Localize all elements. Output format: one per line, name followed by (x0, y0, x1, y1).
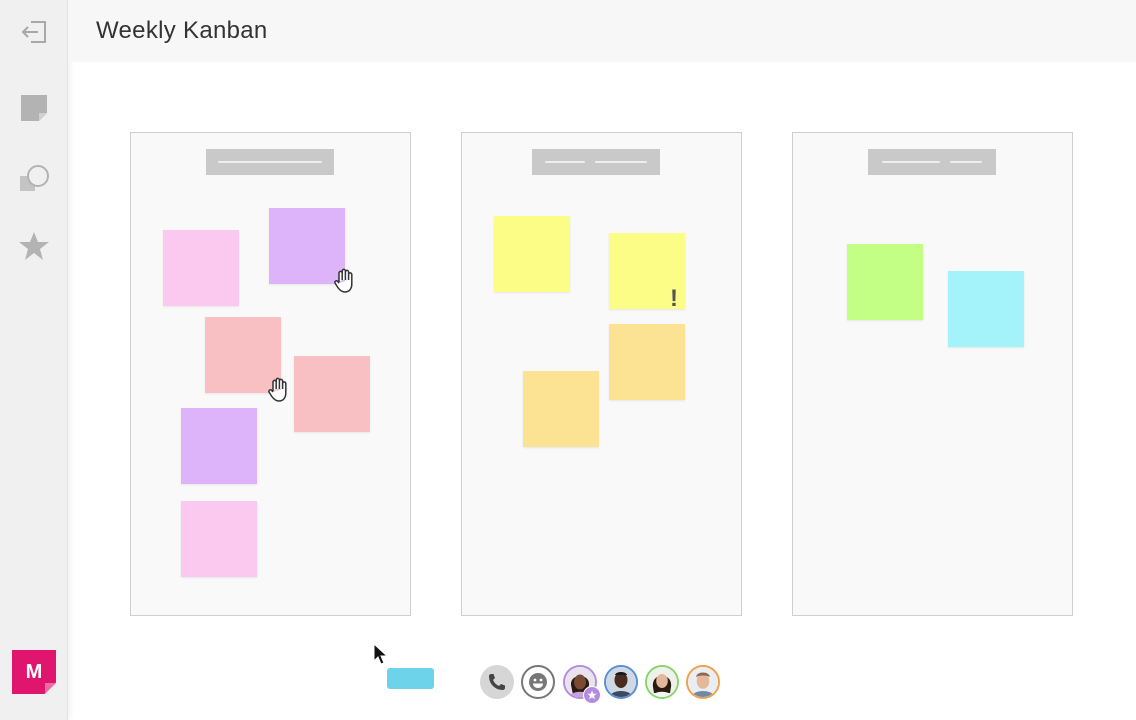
alert-indicator: ! (670, 285, 678, 312)
column-header-placeholder (532, 149, 660, 175)
star-badge-icon (583, 686, 601, 704)
exit-icon[interactable] (17, 15, 51, 49)
column-header-placeholder (206, 149, 334, 175)
sticky-note[interactable] (163, 230, 239, 306)
hand-cursor-icon (334, 268, 353, 293)
kanban-column-3[interactable] (792, 132, 1073, 616)
sticky-note[interactable] (294, 356, 370, 432)
sticky-note[interactable] (181, 408, 257, 484)
kanban-column-1[interactable] (130, 132, 411, 616)
collaborator-avatar[interactable] (645, 665, 679, 699)
header: Weekly Kanban (68, 0, 1136, 62)
kanban-column-2[interactable]: ! (461, 132, 742, 616)
sticky-note[interactable] (523, 371, 599, 447)
logo-fold (45, 683, 56, 694)
board-title: Weekly Kanban (96, 17, 268, 44)
sticky-note[interactable] (948, 271, 1024, 347)
color-chip[interactable] (387, 668, 434, 689)
hand-cursor-icon (268, 377, 287, 402)
sticky-note[interactable] (847, 244, 923, 320)
sidebar: M (0, 0, 68, 720)
column-header-placeholder (868, 149, 996, 175)
star-icon[interactable] (17, 229, 51, 263)
emoji-icon[interactable] (521, 665, 555, 699)
shapes-icon[interactable] (17, 162, 51, 196)
sticky-note[interactable] (494, 216, 570, 292)
sticky-note[interactable] (609, 324, 685, 400)
phone-icon[interactable] (480, 665, 514, 699)
mouse-pointer-icon (373, 643, 389, 665)
sticky-note[interactable] (181, 501, 257, 577)
collaborator-avatar[interactable] (686, 665, 720, 699)
sticky-note-icon[interactable] (17, 91, 51, 125)
collaborator-avatar[interactable] (604, 665, 638, 699)
